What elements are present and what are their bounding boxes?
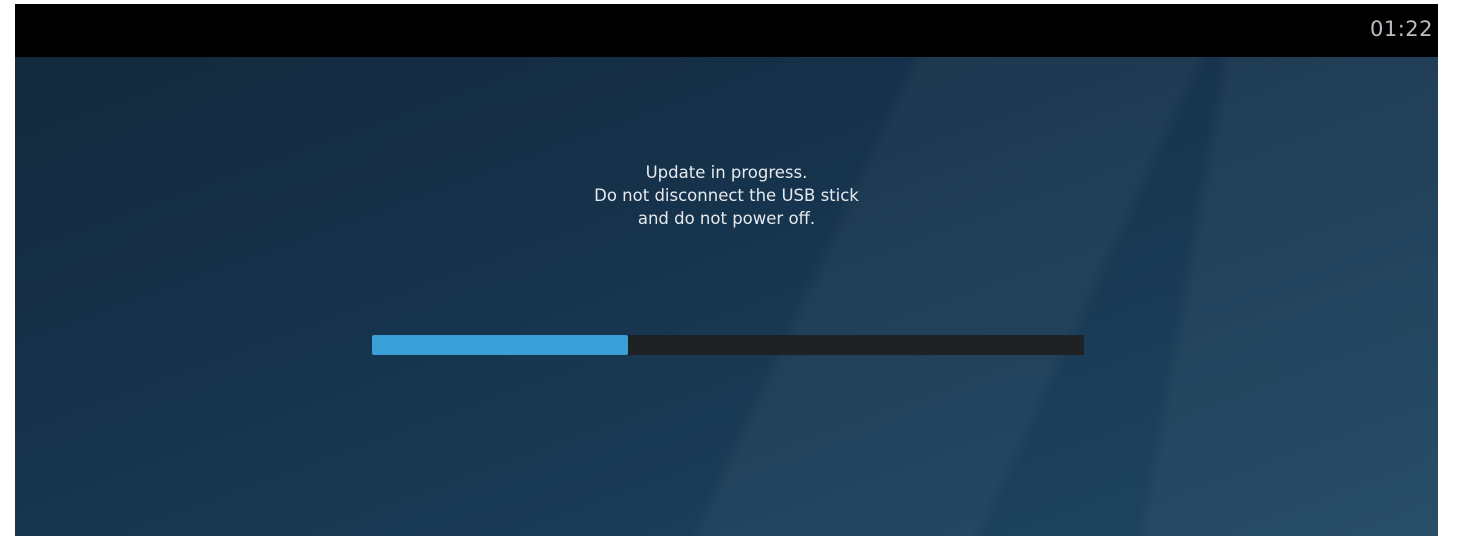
message-line-1: Update in progress. [645,163,808,182]
update-message: Update in progress. Do not disconnect th… [15,161,1438,230]
message-line-3: and do not power off. [637,209,816,228]
tv-screen: 01:22 Update in progress. Do not disconn… [15,4,1438,536]
message-line-2: Do not disconnect the USB stick [594,186,859,205]
clock: 01:22 [1369,17,1433,41]
status-bar: 01:22 [15,4,1438,57]
update-progress-fill [372,335,629,355]
update-progress-bar [372,335,1084,355]
